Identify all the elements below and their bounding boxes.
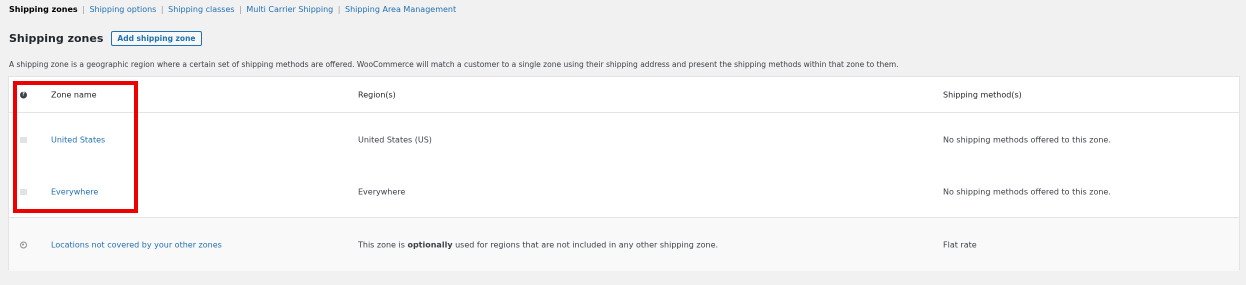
drag-handle-icon[interactable] [20,137,27,142]
fallback-regions-emphasis: optionally [407,240,453,249]
page-description: A shipping zone is a geographic region w… [9,60,899,69]
drag-handle-icon[interactable] [20,189,27,194]
help-icon[interactable]: ? [20,91,27,98]
add-shipping-zone-button[interactable]: Add shipping zone [111,30,202,46]
zone-shipping-methods: No shipping methods offered to this zone… [943,135,1111,144]
shipping-zones-table: ? Zone name Region(s) Shipping method(s)… [8,76,1240,271]
subnav-separator: | [82,5,85,14]
page-heading-row: Shipping zones Add shipping zone [9,29,202,47]
fallback-regions-suffix: used for regions that are not included i… [452,240,719,249]
zone-regions: Everywhere [358,187,406,196]
shipping-subnav: Shipping zones | Shipping options | Ship… [9,4,456,15]
zone-name-link[interactable]: Everywhere [51,187,98,196]
table-row: United States United States (US) No ship… [9,113,1239,166]
subnav-item-shipping-options[interactable]: Shipping options [89,5,156,14]
fallback-zone-shipping-methods: Flat rate [943,240,977,249]
subnav-item-shipping-area-management[interactable]: Shipping Area Management [345,5,456,14]
zone-regions: United States (US) [358,135,432,144]
globe-icon [20,241,27,248]
subnav-separator: | [337,5,341,14]
table-row: Everywhere Everywhere No shipping method… [9,166,1239,218]
subnav-item-shipping-zones[interactable]: Shipping zones [9,5,78,14]
subnav-separator: | [239,5,242,14]
subnav-item-multi-carrier-shipping[interactable]: Multi Carrier Shipping [246,5,333,14]
table-header-row: ? Zone name Region(s) Shipping method(s) [9,77,1239,113]
column-header-regions: Region(s) [358,90,396,99]
zone-name-link[interactable]: United States [51,135,105,144]
zone-shipping-methods: No shipping methods offered to this zone… [943,187,1111,196]
fallback-zone-regions: This zone is optionally used for regions… [358,240,718,249]
column-header-shipping-methods: Shipping method(s) [943,90,1022,99]
column-header-zone-name: Zone name [51,90,97,99]
table-row-fallback-zone: Locations not covered by your other zone… [9,218,1239,271]
subnav-item-shipping-classes[interactable]: Shipping classes [168,5,234,14]
subnav-separator: | [160,5,164,14]
fallback-zone-link[interactable]: Locations not covered by your other zone… [51,240,222,249]
page-title: Shipping zones [9,31,104,45]
fallback-regions-prefix: This zone is [358,240,408,249]
